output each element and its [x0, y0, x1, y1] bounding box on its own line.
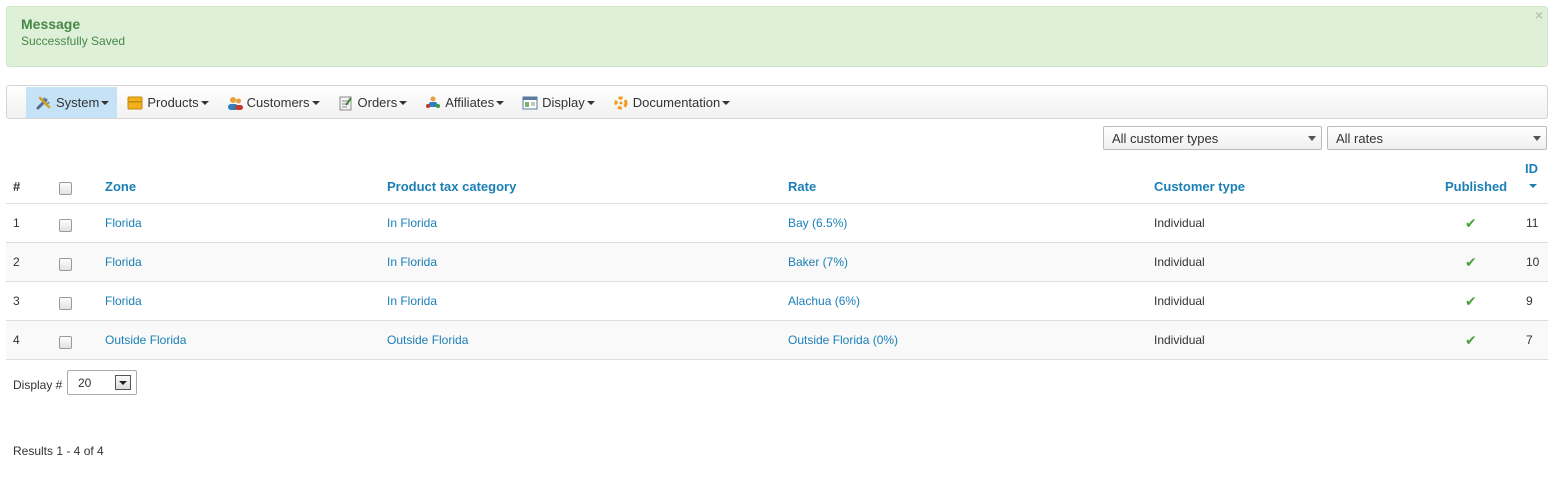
success-message: Message Successfully Saved × — [6, 6, 1548, 67]
menu-display-label: Display — [542, 95, 585, 110]
header-number: # — [13, 179, 21, 194]
tools-icon — [36, 95, 52, 111]
chevron-down-icon — [311, 101, 320, 105]
orders-icon — [338, 95, 354, 111]
category-link[interactable]: In Florida — [387, 294, 437, 308]
chevron-down-icon — [722, 101, 731, 105]
admin-menu-bar: System Products Customers Orders Affilia… — [6, 85, 1548, 119]
category-link[interactable]: In Florida — [387, 216, 437, 230]
display-count-value: 20 — [78, 376, 92, 390]
customer-type: Individual — [1154, 333, 1205, 347]
table-row: 4 Outside Florida Outside Florida Outsid… — [6, 321, 1548, 360]
zone-link[interactable]: Florida — [105, 255, 142, 269]
display-count-label: Display # — [13, 378, 63, 392]
header-id[interactable]: ID — [1525, 161, 1538, 176]
chevron-down-icon — [399, 101, 408, 105]
table-row: 1 Florida In Florida Bay (6.5%) Individu… — [6, 204, 1548, 243]
rates-filter-value: All rates — [1336, 131, 1383, 146]
customer-type-filter-value: All customer types — [1112, 131, 1219, 146]
category-link[interactable]: Outside Florida — [387, 333, 468, 347]
published-check-icon[interactable]: ✔ — [1465, 254, 1477, 271]
header-product-tax-category[interactable]: Product tax category — [387, 179, 516, 194]
customer-type: Individual — [1154, 255, 1205, 269]
rate-link[interactable]: Outside Florida (0%) — [788, 333, 898, 347]
results-counter: Results 1 - 4 of 4 — [13, 444, 104, 458]
rate-link[interactable]: Alachua (6%) — [788, 294, 860, 308]
menu-affiliates[interactable]: Affiliates — [415, 87, 512, 118]
row-checkbox[interactable] — [59, 336, 72, 349]
table-row: 2 Florida In Florida Baker (7%) Individu… — [6, 243, 1548, 282]
row-number: 3 — [13, 294, 20, 308]
affiliates-icon — [425, 95, 441, 111]
row-number: 2 — [13, 255, 20, 269]
menu-products[interactable]: Products — [117, 87, 216, 118]
category-link[interactable]: In Florida — [387, 255, 437, 269]
published-check-icon[interactable]: ✔ — [1465, 332, 1477, 349]
menu-display[interactable]: Display — [512, 87, 603, 118]
row-id: 10 — [1526, 255, 1540, 269]
customer-type: Individual — [1154, 294, 1205, 308]
menu-documentation[interactable]: Documentation — [603, 87, 738, 118]
published-check-icon[interactable]: ✔ — [1465, 215, 1477, 232]
documentation-icon — [613, 95, 629, 111]
chevron-down-icon — [200, 101, 209, 105]
menu-orders[interactable]: Orders — [328, 87, 416, 118]
zone-link[interactable]: Florida — [105, 216, 142, 230]
message-text: Successfully Saved — [21, 34, 126, 48]
header-published[interactable]: Published — [1445, 179, 1507, 194]
close-icon[interactable]: × — [1535, 7, 1543, 23]
row-checkbox[interactable] — [59, 219, 72, 232]
tax-rules-table: # Zone Product tax category Rate Custome… — [6, 158, 1548, 360]
row-id: 7 — [1526, 333, 1533, 347]
row-checkbox[interactable] — [59, 258, 72, 271]
zone-link[interactable]: Outside Florida — [105, 333, 186, 347]
menu-documentation-label: Documentation — [632, 95, 721, 110]
display-count-select[interactable]: 20 — [67, 370, 137, 395]
chevron-down-icon — [1308, 136, 1316, 141]
published-check-icon[interactable]: ✔ — [1465, 293, 1477, 310]
row-checkbox[interactable] — [59, 297, 72, 310]
menu-orders-label: Orders — [357, 95, 398, 110]
chevron-down-icon — [496, 101, 505, 105]
menu-customers[interactable]: Customers — [217, 87, 328, 118]
customer-type: Individual — [1154, 216, 1205, 230]
menu-products-label: Products — [147, 95, 199, 110]
menu-customers-label: Customers — [246, 95, 310, 110]
chevron-down-icon — [101, 101, 110, 105]
chevron-down-icon — [1533, 136, 1541, 141]
customer-type-filter[interactable]: All customer types — [1103, 126, 1322, 150]
header-rate[interactable]: Rate — [788, 179, 816, 194]
rates-filter[interactable]: All rates — [1327, 126, 1547, 150]
row-id: 9 — [1526, 294, 1533, 308]
message-heading: Message — [21, 16, 81, 32]
menu-affiliates-label: Affiliates — [445, 95, 495, 110]
zone-link[interactable]: Florida — [105, 294, 142, 308]
rate-link[interactable]: Baker (7%) — [788, 255, 848, 269]
display-icon — [522, 95, 538, 111]
menu-system[interactable]: System — [26, 87, 118, 118]
row-number: 1 — [13, 216, 20, 230]
users-icon — [227, 95, 243, 111]
sort-descending-icon — [1529, 184, 1537, 188]
row-number: 4 — [13, 333, 20, 347]
chevron-down-icon[interactable] — [115, 375, 131, 390]
header-customer-type[interactable]: Customer type — [1154, 179, 1245, 194]
rate-link[interactable]: Bay (6.5%) — [788, 216, 847, 230]
table-row: 3 Florida In Florida Alachua (6%) Indivi… — [6, 282, 1548, 321]
header-zone[interactable]: Zone — [105, 179, 136, 194]
table-header: # Zone Product tax category Rate Custome… — [6, 158, 1548, 204]
menu-system-label: System — [56, 95, 100, 110]
row-id: 11 — [1526, 216, 1539, 230]
select-all-checkbox[interactable] — [59, 182, 72, 195]
box-icon — [127, 95, 143, 111]
chevron-down-icon — [586, 101, 595, 105]
